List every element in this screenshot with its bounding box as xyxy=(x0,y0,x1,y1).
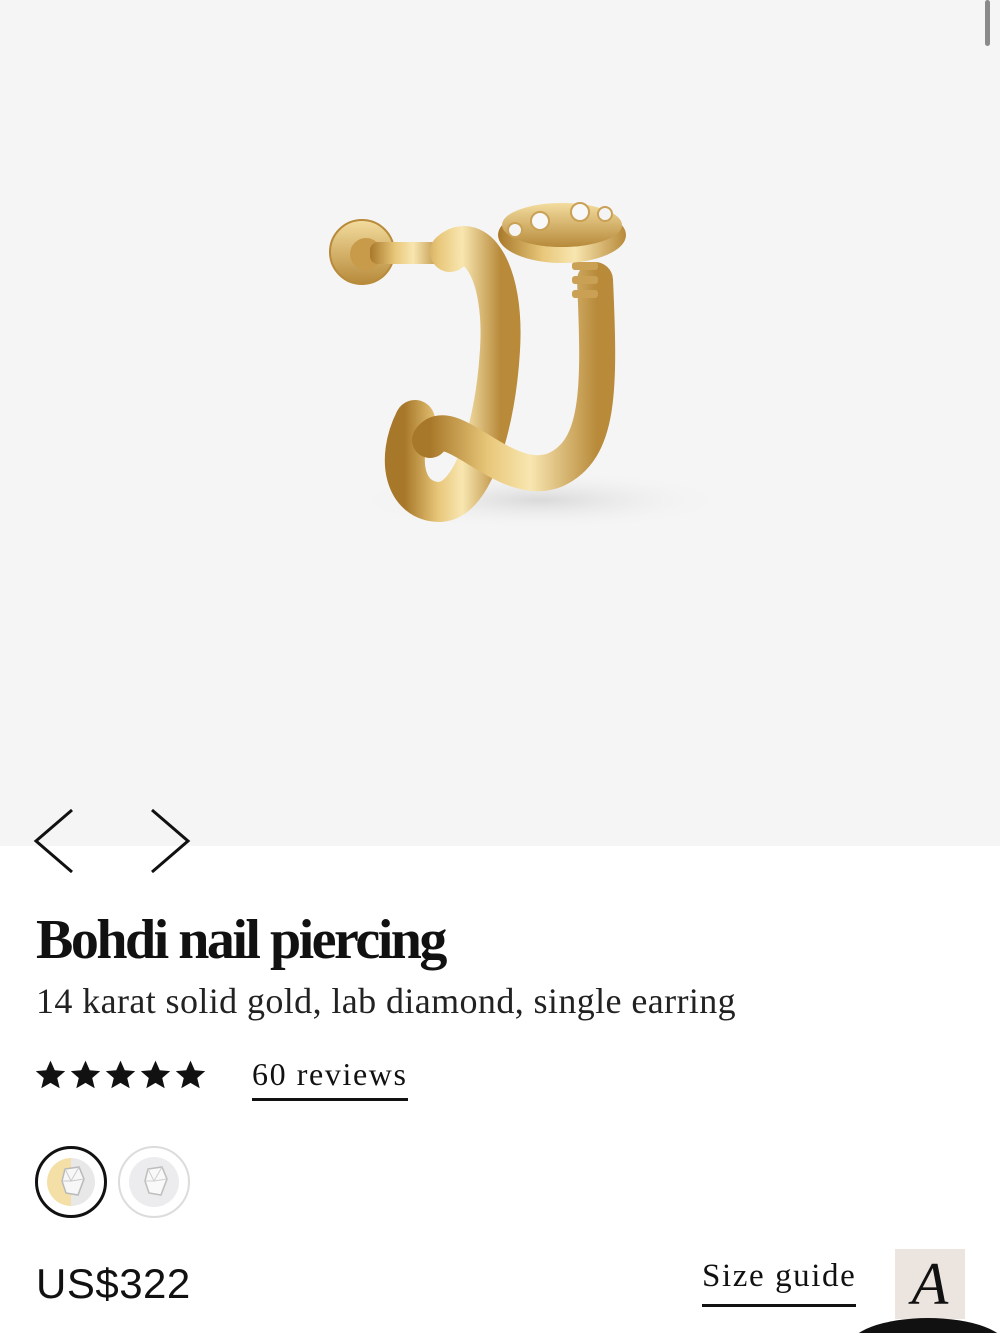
yellow-gold-diamond-icon xyxy=(43,1154,99,1210)
star-icon xyxy=(175,1060,206,1089)
brand-logo-badge[interactable]: A xyxy=(895,1249,965,1319)
variant-swatch-white-gold[interactable] xyxy=(118,1146,190,1218)
product-gallery[interactable] xyxy=(0,0,1000,874)
gallery-next-button[interactable] xyxy=(146,806,194,876)
gallery-prev-button[interactable] xyxy=(30,806,78,876)
reviews-link[interactable]: 60 reviews xyxy=(252,1052,408,1101)
star-icon xyxy=(105,1060,136,1089)
chevron-right-icon xyxy=(151,808,191,874)
chevron-left-icon xyxy=(33,808,73,874)
product-page: Bohdi nail piercing 14 karat solid gold,… xyxy=(0,0,1000,1333)
rating-stars xyxy=(34,1058,207,1092)
floating-action-button[interactable] xyxy=(848,1318,1000,1333)
white-gold-diamond-icon xyxy=(126,1154,182,1210)
product-title: Bohdi nail piercing xyxy=(36,909,447,971)
product-price: US$322 xyxy=(36,1260,191,1307)
star-icon xyxy=(35,1060,66,1089)
star-icon xyxy=(140,1060,171,1089)
size-guide-link[interactable]: Size guide xyxy=(702,1254,857,1307)
product-image xyxy=(329,202,730,530)
star-icon xyxy=(70,1060,101,1089)
scrollbar[interactable] xyxy=(985,0,990,46)
product-description: 14 karat solid gold, lab diamond, single… xyxy=(36,981,737,1021)
variant-swatch-yellow-gold[interactable] xyxy=(35,1146,107,1218)
